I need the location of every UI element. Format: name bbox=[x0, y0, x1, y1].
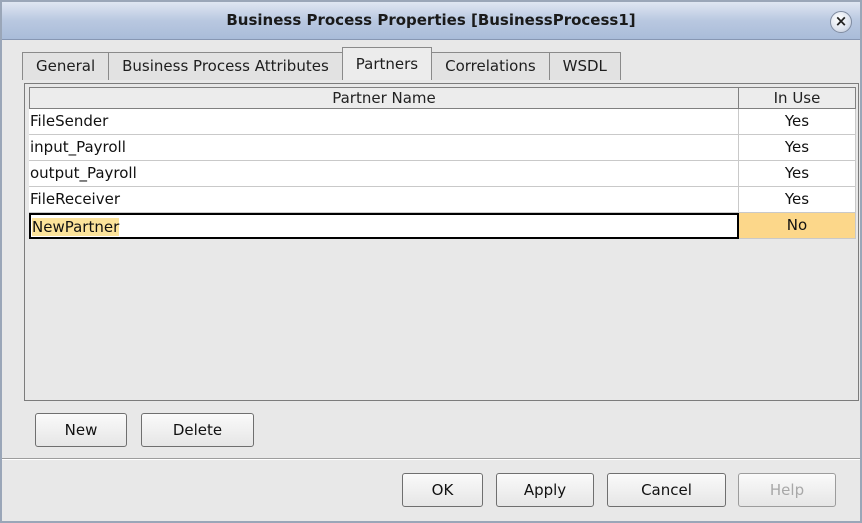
partner-name-cell[interactable]: FileReceiver bbox=[29, 187, 739, 213]
partner-name-cell[interactable]: FileSender bbox=[29, 109, 739, 135]
table-header: Partner Name In Use bbox=[29, 87, 856, 109]
column-header-in-use[interactable]: In Use bbox=[739, 87, 856, 109]
table-body: FileSender Yes input_Payroll Yes output_… bbox=[29, 109, 856, 239]
partner-name-cell[interactable]: output_Payroll bbox=[29, 161, 739, 187]
apply-button[interactable]: Apply bbox=[496, 473, 594, 507]
tab-partners[interactable]: Partners bbox=[341, 47, 433, 80]
partner-name-edit-text: NewPartner bbox=[32, 218, 120, 236]
tab-general[interactable]: General bbox=[22, 52, 109, 80]
partner-name-cell[interactable]: input_Payroll bbox=[29, 135, 739, 161]
in-use-cell[interactable]: Yes bbox=[739, 109, 856, 135]
partner-name-edit-field[interactable]: NewPartner bbox=[29, 213, 739, 239]
tab-correlations[interactable]: Correlations bbox=[432, 52, 549, 80]
partners-table: Partner Name In Use FileSender Yes input… bbox=[24, 83, 859, 401]
table-row[interactable]: input_Payroll Yes bbox=[29, 135, 856, 161]
in-use-cell[interactable]: Yes bbox=[739, 161, 856, 187]
window-title: Business Process Properties [BusinessPro… bbox=[226, 11, 636, 29]
in-use-cell[interactable]: No bbox=[739, 213, 856, 239]
in-use-cell[interactable]: Yes bbox=[739, 187, 856, 213]
table-row[interactable]: output_Payroll Yes bbox=[29, 161, 856, 187]
tab-bar: General Business Process Attributes Part… bbox=[22, 47, 621, 80]
properties-dialog: Business Process Properties [BusinessPro… bbox=[0, 0, 862, 523]
delete-button[interactable]: Delete bbox=[141, 413, 254, 447]
tab-business-process-attributes[interactable]: Business Process Attributes bbox=[108, 52, 342, 80]
cancel-button[interactable]: Cancel bbox=[607, 473, 726, 507]
column-header-partner-name[interactable]: Partner Name bbox=[29, 87, 739, 109]
close-icon[interactable]: × bbox=[830, 11, 852, 33]
tab-wsdl[interactable]: WSDL bbox=[548, 52, 621, 80]
title-bar[interactable]: Business Process Properties [BusinessPro… bbox=[2, 2, 860, 40]
ok-button[interactable]: OK bbox=[402, 473, 483, 507]
help-button[interactable]: Help bbox=[738, 473, 836, 507]
table-row-editing[interactable]: NewPartner No bbox=[29, 213, 856, 239]
new-button[interactable]: New bbox=[35, 413, 127, 447]
in-use-cell[interactable]: Yes bbox=[739, 135, 856, 161]
table-row[interactable]: FileSender Yes bbox=[29, 109, 856, 135]
table-row[interactable]: FileReceiver Yes bbox=[29, 187, 856, 213]
separator bbox=[2, 458, 860, 460]
